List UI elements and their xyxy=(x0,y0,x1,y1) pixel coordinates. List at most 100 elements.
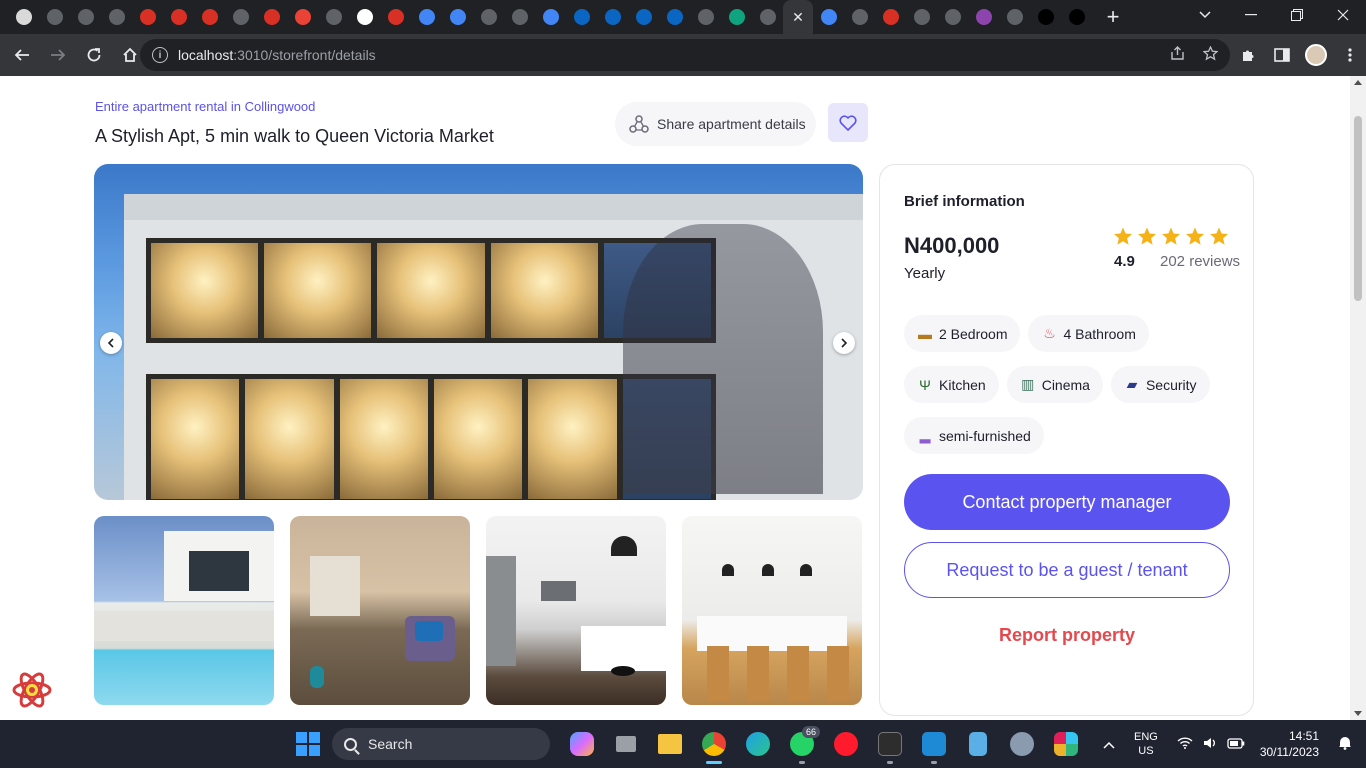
react-devtools-icon[interactable] xyxy=(12,670,52,710)
browser-tab[interactable] xyxy=(349,0,380,34)
browser-tab[interactable] xyxy=(659,0,690,34)
browser-tab[interactable] xyxy=(287,0,318,34)
browser-tab[interactable] xyxy=(225,0,256,34)
whatsapp-icon[interactable]: 66 xyxy=(780,720,824,768)
opera-icon[interactable] xyxy=(824,720,868,768)
browser-tab[interactable] xyxy=(442,0,473,34)
share-apartment-button[interactable]: Share apartment details xyxy=(615,102,816,146)
file-explorer-icon[interactable] xyxy=(648,720,692,768)
browser-tab[interactable] xyxy=(1030,0,1061,34)
browser-tab[interactable] xyxy=(70,0,101,34)
active-tab[interactable]: ✕ xyxy=(783,0,813,34)
browser-tab[interactable] xyxy=(132,0,163,34)
tab-search-chevron-icon[interactable] xyxy=(1182,0,1228,30)
close-window-icon[interactable] xyxy=(1320,0,1366,30)
slack-icon[interactable] xyxy=(1044,720,1088,768)
review-count[interactable]: 202 reviews xyxy=(1160,253,1240,270)
browser-tab[interactable] xyxy=(380,0,411,34)
language-indicator[interactable]: ENG US xyxy=(1134,730,1158,758)
site-info-icon[interactable]: i xyxy=(152,47,168,63)
browser-tab[interactable] xyxy=(999,0,1030,34)
show-hidden-icons-chevron-icon[interactable] xyxy=(1103,737,1115,752)
browser-tab[interactable] xyxy=(968,0,999,34)
browser-tab[interactable] xyxy=(721,0,752,34)
browser-tab[interactable] xyxy=(504,0,535,34)
github-icon xyxy=(851,9,868,25)
address-bar[interactable]: i localhost:3010/storefront/details xyxy=(140,39,1230,71)
browser-tab[interactable] xyxy=(194,0,225,34)
settings-gear-icon[interactable] xyxy=(1000,720,1044,768)
bookmark-star-icon[interactable] xyxy=(1202,45,1219,65)
star-icon xyxy=(1114,227,1132,245)
windows-taskbar: Search 66 ENG US 14:51 30/11/2023 xyxy=(0,720,1366,768)
browser-tab[interactable] xyxy=(256,0,287,34)
thumbnail-kitchen[interactable] xyxy=(486,516,666,705)
browser-tab[interactable] xyxy=(752,0,783,34)
browser-tab[interactable] xyxy=(101,0,132,34)
browser-tab[interactable] xyxy=(411,0,442,34)
next-photo-button[interactable] xyxy=(833,332,855,354)
wifi-icon[interactable] xyxy=(1177,736,1193,752)
page-scrollbar[interactable] xyxy=(1350,76,1366,720)
close-tab-icon[interactable]: ✕ xyxy=(790,9,806,25)
notification-bell-icon[interactable] xyxy=(1338,735,1352,753)
browser-tab[interactable] xyxy=(473,0,504,34)
scroll-down-icon[interactable] xyxy=(1354,711,1362,716)
browser-tab[interactable] xyxy=(690,0,721,34)
scroll-up-icon[interactable] xyxy=(1354,80,1362,85)
edge-icon[interactable] xyxy=(736,720,780,768)
browser-tab[interactable] xyxy=(39,0,70,34)
copilot-icon[interactable] xyxy=(560,720,604,768)
url-text: localhost:3010/storefront/details xyxy=(178,47,376,63)
browser-tab[interactable] xyxy=(628,0,659,34)
extensions-icon[interactable] xyxy=(1232,39,1264,71)
battery-icon[interactable] xyxy=(1227,737,1245,752)
x-icon xyxy=(46,9,63,25)
browser-tab[interactable] xyxy=(318,0,349,34)
chrome-ext-icon xyxy=(263,9,280,25)
new-tab-button[interactable]: + xyxy=(1098,0,1128,34)
favorite-button[interactable] xyxy=(828,103,868,142)
browser-tab[interactable] xyxy=(875,0,906,34)
github-icon xyxy=(511,9,528,25)
browser-tab[interactable] xyxy=(535,0,566,34)
browser-tab[interactable] xyxy=(8,0,39,34)
side-panel-icon[interactable] xyxy=(1266,39,1298,71)
browser-tab[interactable] xyxy=(566,0,597,34)
browser-tab[interactable] xyxy=(1061,0,1092,34)
thumbnail-kitchen-island[interactable] xyxy=(682,516,862,705)
profile-avatar[interactable] xyxy=(1300,39,1332,71)
browser-tab[interactable] xyxy=(813,0,844,34)
browser-tab[interactable] xyxy=(906,0,937,34)
scrollbar-thumb[interactable] xyxy=(1354,116,1362,301)
minimize-icon[interactable] xyxy=(1228,0,1274,30)
request-tenant-button[interactable]: Request to be a guest / tenant xyxy=(904,542,1230,598)
restore-icon[interactable] xyxy=(1274,0,1320,30)
thumbnail-living-room[interactable] xyxy=(290,516,470,705)
report-property-link[interactable]: Report property xyxy=(904,625,1230,646)
contact-manager-button[interactable]: Contact property manager xyxy=(904,474,1230,530)
chrome-taskbar-icon[interactable] xyxy=(692,720,736,768)
previous-photo-button[interactable] xyxy=(100,332,122,354)
task-view-icon[interactable] xyxy=(604,720,648,768)
notepad-icon[interactable] xyxy=(956,720,1000,768)
taskbar-search[interactable]: Search xyxy=(332,728,550,760)
clock[interactable]: 14:51 30/11/2023 xyxy=(1260,728,1319,760)
price: N400,000 xyxy=(904,233,1000,258)
vscode-icon[interactable] xyxy=(912,720,956,768)
share-page-icon[interactable] xyxy=(1170,46,1185,65)
browser-tab[interactable] xyxy=(597,0,628,34)
browser-tab[interactable] xyxy=(937,0,968,34)
forward-icon[interactable] xyxy=(42,39,74,71)
browser-tab[interactable] xyxy=(844,0,875,34)
volume-icon[interactable] xyxy=(1203,737,1217,752)
browser-menu-icon[interactable] xyxy=(1334,39,1366,71)
amenity-label: 2 Bedroom xyxy=(939,325,1008,342)
thumbnail-exterior-pool[interactable] xyxy=(94,516,274,705)
back-icon[interactable] xyxy=(6,39,38,71)
terminal-icon[interactable] xyxy=(868,720,912,768)
windows-start-icon[interactable] xyxy=(296,732,320,756)
reload-icon[interactable] xyxy=(78,39,110,71)
browser-tab[interactable] xyxy=(163,0,194,34)
toolbar-right xyxy=(1230,34,1366,76)
